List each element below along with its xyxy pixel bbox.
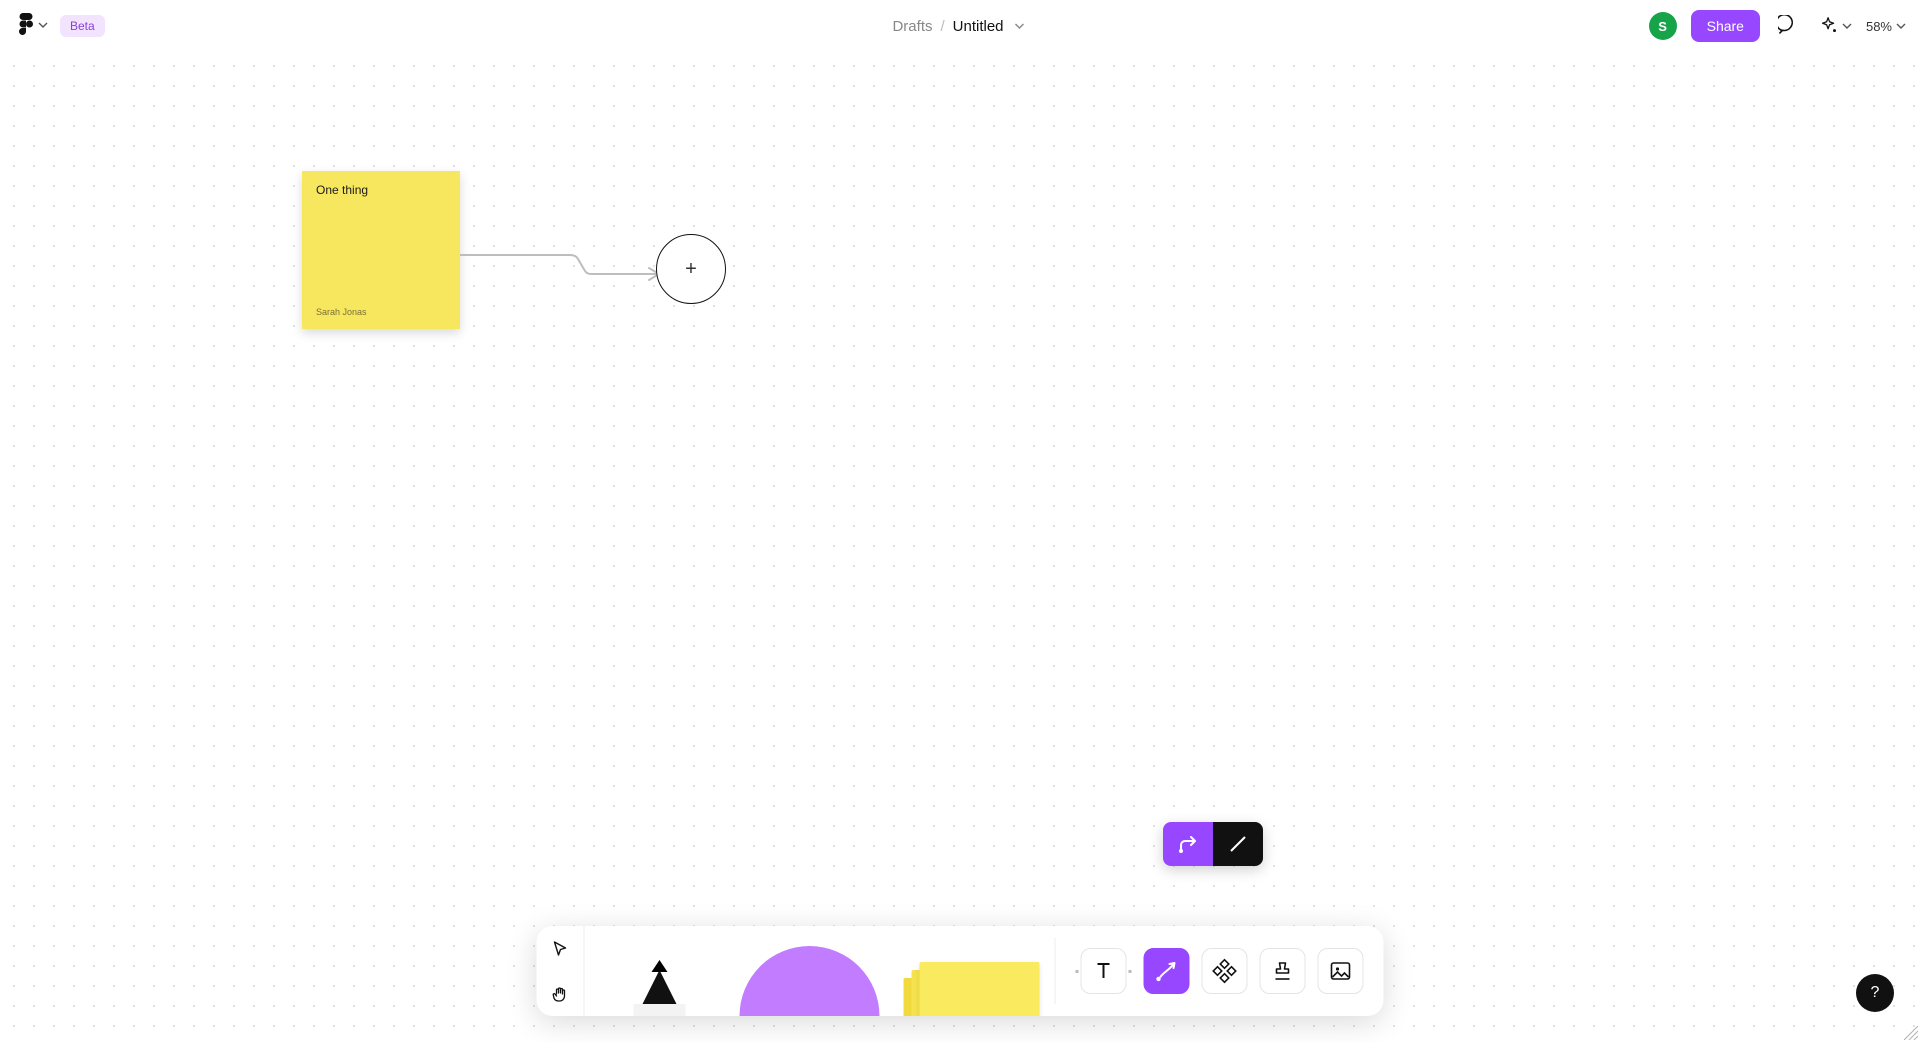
canvas[interactable]: One thing Sarah Jonas + [0,52,1920,1042]
sparkle-icon [1818,15,1840,37]
connector-straight-button[interactable] [1213,822,1263,866]
stamp-icon [1271,959,1295,983]
diamond-grid-icon [1212,958,1238,984]
text-icon [1092,959,1116,983]
hand-tool-button[interactable] [537,971,584,1016]
breadcrumb: Drafts / Untitled [892,18,1027,35]
user-avatar[interactable]: S [1649,12,1677,40]
pencil-icon [634,970,686,1016]
chevron-down-icon [1842,21,1852,31]
circle-shape-icon [740,946,880,1016]
image-tool-button[interactable] [1318,948,1364,994]
canvas-dot-grid [0,52,1920,1042]
text-tool-wrapper [1076,948,1132,994]
toolbar-nav-column [537,926,585,1016]
sticky-note-tool-button[interactable] [885,926,1055,1016]
breadcrumb-root[interactable]: Drafts [892,18,932,35]
plus-icon: + [685,258,697,281]
top-bar-right: S Share 58% [1649,10,1906,42]
shape-tool-button[interactable] [735,926,885,1016]
chevron-down-icon [1896,21,1906,31]
toolbar-small-tools [1056,926,1384,1016]
cursor-icon [551,940,569,958]
toolbar-big-tools [585,926,1055,1016]
line-icon [1226,832,1250,856]
zoom-control[interactable]: 58% [1866,19,1906,34]
connector-elbow-button[interactable] [1163,822,1213,866]
image-icon [1329,959,1353,983]
widgets-tool-button[interactable] [1202,948,1248,994]
top-bar-left: Beta [14,9,105,44]
document-title[interactable]: Untitled [953,18,1004,35]
connector-tool-button[interactable] [1144,948,1190,994]
main-menu-button[interactable] [14,9,52,44]
breadcrumb-separator: / [940,18,944,35]
zoom-value: 58% [1866,19,1892,34]
connector-icon [1154,958,1180,984]
share-button[interactable]: Share [1691,10,1760,42]
add-node-button[interactable]: + [656,234,726,304]
connector-type-toolbar [1163,822,1263,866]
ai-tools-button[interactable] [1818,15,1852,37]
hand-icon [550,984,570,1004]
stamp-tool-button[interactable] [1260,948,1306,994]
beta-badge: Beta [60,15,105,37]
window-resize-grip[interactable] [1904,1026,1918,1040]
top-bar: Beta Drafts / Untitled S Share 58% [0,0,1920,52]
pencil-tool-button[interactable] [585,926,735,1016]
chevron-down-icon [1014,20,1026,32]
chevron-down-icon [38,17,48,35]
text-tool-button[interactable] [1081,948,1127,994]
select-tool-button[interactable] [537,926,584,971]
speech-bubble-icon [1778,15,1800,37]
sticky-note[interactable]: One thing Sarah Jonas [302,171,460,329]
help-button[interactable]: ? [1856,974,1894,1012]
document-menu-button[interactable] [1012,18,1028,34]
comments-button[interactable] [1774,11,1804,41]
sticky-note-author: Sarah Jonas [316,307,446,317]
main-toolbar [537,926,1384,1016]
question-mark-icon: ? [1871,984,1880,1002]
figma-logo-icon [18,13,34,40]
sticky-note-text[interactable]: One thing [316,183,446,307]
elbow-arrow-icon [1176,832,1200,856]
